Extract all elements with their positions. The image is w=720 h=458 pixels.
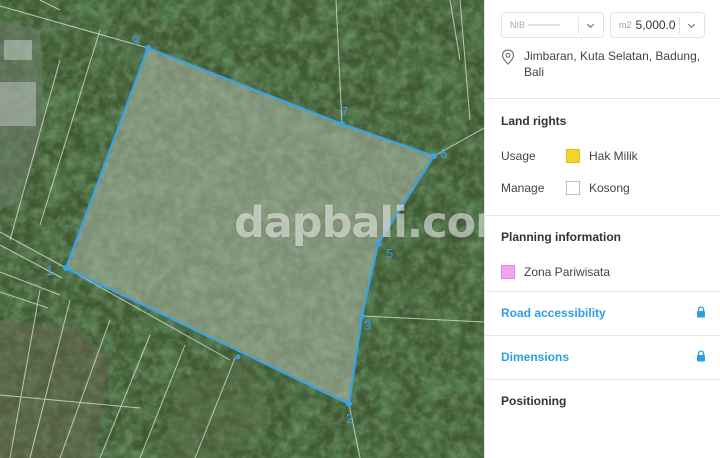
area-value: 5,000.0 — [635, 18, 676, 32]
usage-label: Usage — [501, 149, 536, 163]
vertex-label-1: 1 — [46, 263, 54, 278]
divider — [485, 291, 720, 292]
divider — [485, 98, 720, 99]
vertex-label-3: 3 — [364, 318, 372, 333]
zone-value: Zona Pariwisata — [524, 265, 611, 279]
location-pin-icon — [501, 49, 515, 65]
zone-row: Zona Pariwisata — [501, 265, 610, 279]
nib-select[interactable]: NIB — [501, 12, 604, 38]
watermark: dapbali.com — [234, 198, 484, 248]
chevron-down-icon[interactable] — [585, 20, 596, 31]
road-accessibility-button[interactable]: Road accessibility — [501, 306, 606, 320]
planning-title: Planning information — [501, 230, 621, 244]
usage-swatch — [566, 149, 580, 163]
lock-icon — [697, 306, 705, 318]
chevron-down-icon[interactable] — [686, 20, 697, 31]
lock-icon — [697, 350, 705, 362]
divider — [485, 215, 720, 216]
vertex-label-2: 2 — [346, 411, 354, 426]
manage-label: Manage — [501, 181, 545, 195]
area-unit: m2 — [619, 20, 632, 30]
location-text: Jimbaran, Kuta Selatan, Badung, Bali — [524, 49, 701, 79]
vertex-label-7: 7 — [341, 104, 349, 119]
zone-swatch — [501, 265, 515, 279]
satellite-map[interactable]: dapbali.com 9 7 6 5 3 2 1 — [0, 0, 484, 458]
property-panel: NIB m2 5,000.0 Jimbaran, Kuta Selatan, B… — [484, 0, 720, 458]
nib-label: NIB — [510, 20, 526, 30]
usage-value: Hak Milik — [589, 149, 638, 163]
vertex-label-6: 6 — [440, 146, 448, 161]
nib-redacted — [528, 24, 561, 26]
area-select[interactable]: m2 5,000.0 — [610, 12, 705, 38]
usage-row: Usage Hak Milik — [501, 149, 638, 163]
location: Jimbaran, Kuta Selatan, Badung, Bali — [501, 48, 707, 80]
positioning-title[interactable]: Positioning — [501, 394, 566, 408]
manage-value: Kosong — [589, 181, 630, 195]
dimensions-button[interactable]: Dimensions — [501, 350, 569, 364]
vertex-label-9: 9 — [132, 33, 140, 48]
manage-swatch — [566, 181, 580, 195]
manage-row: Manage Kosong — [501, 181, 630, 195]
vertex-label-5: 5 — [386, 246, 394, 261]
land-rights-title: Land rights — [501, 114, 567, 128]
divider — [485, 379, 720, 380]
divider — [485, 335, 720, 336]
panel-header: NIB m2 5,000.0 — [501, 12, 705, 38]
